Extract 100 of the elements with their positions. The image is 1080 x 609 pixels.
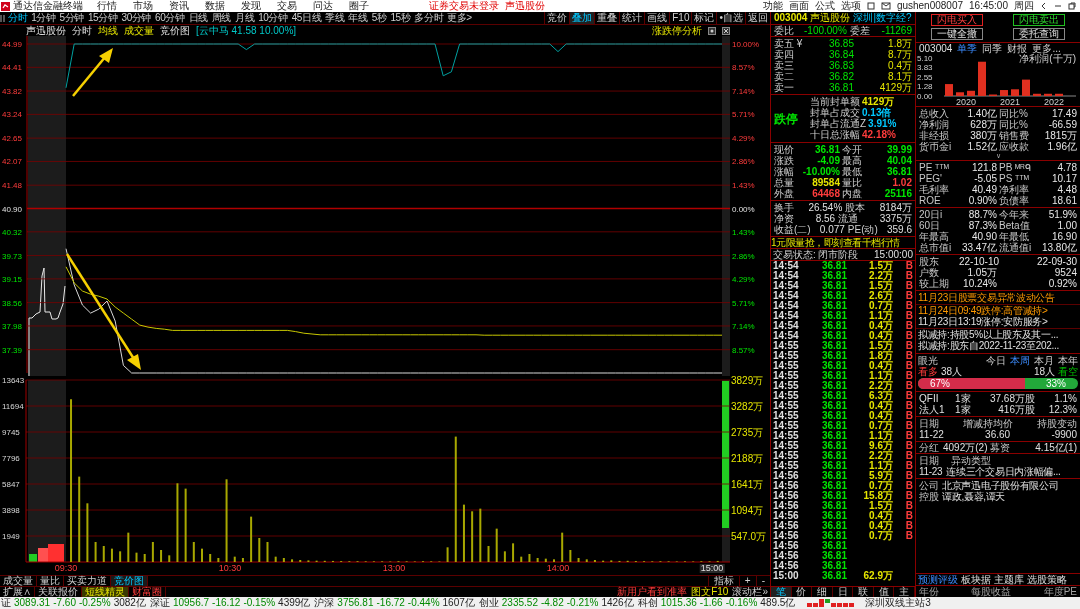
notice-link[interactable]: 11月23日13:19涨停:安防服务> — [918, 317, 1048, 327]
period-tab[interactable]: 15分钟 — [87, 13, 118, 23]
menu-item[interactable]: 功能 — [762, 1, 783, 11]
chart-control-button[interactable]: - — [755, 576, 770, 586]
period-tab[interactable]: 60分钟 — [155, 13, 185, 23]
menu-item[interactable]: 公式 — [814, 1, 835, 11]
period-tab[interactable]: 分时 — [8, 13, 28, 23]
axis-label: 2.55 — [917, 73, 933, 82]
column-header: 异动类型 — [951, 455, 991, 466]
info-tab[interactable]: 主题库 — [994, 574, 1024, 585]
period-option[interactable]: 本周 — [1010, 355, 1030, 366]
menu-item[interactable]: 选项 — [840, 1, 861, 11]
info-tab[interactable]: 板块据 — [961, 574, 991, 585]
indicator-label[interactable]: 均线 — [98, 25, 118, 36]
tick-price: 36.81 — [820, 571, 847, 581]
toolbar-button[interactable]: 标记 — [691, 12, 717, 24]
field-label: 内盘 — [842, 188, 862, 199]
period-tab[interactable]: 月线 — [234, 13, 255, 23]
toolbar-button[interactable]: 统计 — [619, 12, 645, 24]
finance-tab[interactable]: 财报 — [1007, 43, 1028, 54]
metric-label: 货币金i — [919, 141, 953, 152]
period-tab[interactable]: 45日线 — [291, 13, 322, 23]
info-tab[interactable]: 预测评级 — [918, 574, 958, 585]
notice-link[interactable]: 11月23日股票交易异常波动公告 — [918, 293, 1055, 303]
tick-price: 36.81 — [820, 511, 847, 521]
finance-tab[interactable]: 单季 — [957, 43, 978, 54]
menu-item[interactable]: 圈子 — [349, 1, 369, 11]
toolbar-button[interactable]: 叠加 — [569, 12, 595, 24]
period-option[interactable]: 本年 — [1058, 355, 1078, 366]
period-tab[interactable]: 30分钟 — [121, 13, 151, 23]
menu-item[interactable]: 资讯 — [169, 1, 189, 11]
promo-link[interactable]: 1元限量抢，即刻查看千档行情 — [771, 237, 900, 248]
menu-item[interactable]: 发现 — [241, 1, 261, 11]
period-tab[interactable]: 更多> — [447, 13, 472, 23]
period-tab[interactable]: 1分钟 — [31, 13, 56, 23]
metric-label: PEG' — [919, 173, 944, 184]
save-icon[interactable] — [866, 2, 875, 10]
menu-item[interactable]: 交易 — [277, 1, 297, 11]
indicator-tab[interactable]: 竞价图 — [111, 576, 148, 586]
indicator-tab[interactable]: 成交量 — [0, 576, 37, 586]
metric-label: 股东 — [919, 256, 940, 267]
quick-buy-button[interactable]: 闪电买入 — [931, 14, 983, 26]
period-tab[interactable]: 多分时 — [414, 13, 444, 23]
indicator-label[interactable]: 竞价图 — [160, 25, 190, 36]
notice-link[interactable]: 拟减持:持股5%以上股东及其一... — [918, 329, 1059, 340]
period-tab[interactable]: 年线 — [348, 13, 368, 23]
indicator-label[interactable]: 成交量 — [124, 25, 154, 36]
notice-link[interactable]: 11月24日09:49跌停:高管减持> — [918, 305, 1048, 316]
order-query-button[interactable]: 委托查询 — [1013, 28, 1065, 40]
cancel-all-button[interactable]: 一键全撤 — [931, 28, 983, 40]
tick-price: 36.81 — [820, 411, 847, 421]
period-tab[interactable]: 5秒 — [371, 13, 387, 23]
close-icon[interactable] — [722, 26, 730, 35]
toolbar-button[interactable]: 返回 — [745, 12, 770, 24]
footer-link[interactable]: 新用户看到准率 — [617, 587, 688, 597]
tick-side: B — [905, 271, 913, 281]
toolbar-button[interactable]: 重叠 — [594, 12, 620, 24]
restore-icon[interactable] — [1068, 2, 1076, 10]
metric-value: 0.90% — [967, 195, 997, 206]
tick-side: B — [905, 311, 913, 321]
axis-label: 40.90 — [2, 204, 23, 214]
profit-bar — [1055, 93, 1063, 96]
back-icon[interactable] — [1040, 2, 1048, 10]
menu-item[interactable]: 行情 — [97, 1, 117, 11]
settings-icon[interactable] — [708, 26, 716, 35]
metric-label: ROE — [919, 195, 942, 206]
toolbar-button[interactable]: F10 — [669, 12, 692, 24]
menu-item[interactable]: 市场 — [133, 1, 153, 11]
toolbar-button[interactable]: •自选 — [716, 12, 745, 24]
period-tab[interactable]: 5分钟 — [59, 13, 84, 23]
finance-tab[interactable]: 同季 — [982, 43, 1003, 54]
menu-item[interactable]: 问达 — [313, 1, 333, 11]
chart-control-button[interactable]: + — [738, 576, 756, 586]
axis-label: 38.56 — [2, 298, 23, 308]
period-option[interactable]: 今日 — [986, 355, 1006, 366]
period-tab[interactable]: 季线 — [325, 13, 345, 23]
chart-control-button[interactable]: 指标 — [707, 576, 739, 586]
notice-link[interactable]: 拟减持:股东自2022-11-23至202... — [918, 341, 1059, 351]
panel-toggle-icon[interactable] — [0, 13, 6, 23]
period-option[interactable]: 本月 — [1034, 355, 1054, 366]
period-tab[interactable]: 15秒 — [390, 13, 411, 23]
mail-icon[interactable] — [880, 2, 891, 10]
indicator-tab[interactable]: 量比 — [37, 576, 64, 586]
quick-sell-button[interactable]: 闪电卖出 — [1013, 14, 1065, 26]
finance-tab[interactable]: 更多... — [1032, 43, 1061, 54]
indicator-label[interactable]: 分时 — [72, 25, 92, 36]
toolbar-button[interactable]: 画线 — [644, 12, 670, 24]
period-tab[interactable]: 周线 — [211, 13, 231, 23]
period-tab[interactable]: 日线 — [188, 13, 208, 23]
footer-link[interactable]: 图文F10 — [691, 587, 729, 597]
analysis-label[interactable]: 涨跌停分析 — [652, 25, 702, 36]
info-tab[interactable]: 选股策略 — [1027, 574, 1067, 585]
period-tab[interactable]: 10分钟 — [258, 13, 288, 23]
minimize-icon[interactable] — [1054, 2, 1062, 10]
menu-item[interactable]: 数据 — [205, 1, 225, 11]
menu-item[interactable]: 画面 — [788, 1, 809, 11]
tick-volume: 1.1万 — [868, 431, 893, 441]
stock-name: 声迅股份 — [26, 25, 66, 36]
index-change: -1.66 — [699, 598, 723, 608]
footer-link[interactable]: 滚动栏» — [732, 587, 768, 597]
